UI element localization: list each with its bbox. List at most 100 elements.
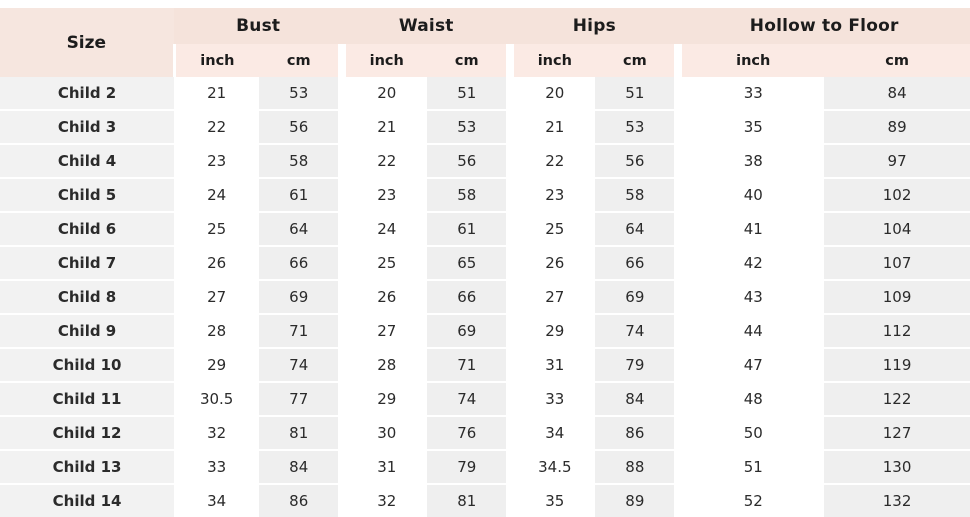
cell-bust-inch: 29 <box>174 348 260 383</box>
cell-waist-inch: 31 <box>338 450 428 485</box>
cell-hollow-cm: 102 <box>824 178 970 213</box>
cell-waist-inch: 24 <box>338 212 428 247</box>
cell-hollow-inch: 35 <box>674 110 825 145</box>
cell-waist-cm: 56 <box>427 144 511 179</box>
unit-header-hollow-cm: cm <box>824 44 970 77</box>
cell-waist-cm: 69 <box>427 314 511 349</box>
cell-hollow-inch: 41 <box>674 212 825 247</box>
cell-hips-inch: 35 <box>506 484 596 517</box>
table-row: Child 14 34 86 32 81 35 89 52 132 <box>0 484 970 517</box>
cell-waist-inch: 20 <box>338 77 428 111</box>
cell-bust-cm: 71 <box>259 314 343 349</box>
cell-bust-inch: 24 <box>174 178 260 213</box>
group-header-row: Size Bust Waist Hips Hollow to Floor <box>0 8 970 77</box>
cell-bust-cm: 53 <box>259 77 343 111</box>
cell-hips-cm: 64 <box>595 212 679 247</box>
table-row: Child 8 27 69 26 66 27 69 43 109 <box>0 280 970 315</box>
table-row: Child 6 25 64 24 61 25 64 41 104 <box>0 212 970 247</box>
cell-waist-cm: 79 <box>427 450 511 485</box>
cell-hollow-cm: 107 <box>824 246 970 281</box>
cell-hollow-cm: 112 <box>824 314 970 349</box>
row-size-label: Child 4 <box>0 144 175 179</box>
cell-waist-cm: 58 <box>427 178 511 213</box>
cell-hips-inch: 33 <box>506 382 596 417</box>
cell-hollow-inch: 33 <box>674 77 825 111</box>
cell-waist-inch: 21 <box>338 110 428 145</box>
table-header: Size Bust Waist Hips Hollow to Floor inc… <box>0 8 970 77</box>
cell-bust-cm: 58 <box>259 144 343 179</box>
table-row: Child 2 21 53 20 51 20 51 33 84 <box>0 77 970 111</box>
column-header-size: Size <box>0 8 175 77</box>
cell-hips-cm: 88 <box>595 450 679 485</box>
column-group-bust: Bust <box>174 8 343 44</box>
cell-waist-cm: 81 <box>427 484 511 517</box>
cell-hips-cm: 56 <box>595 144 679 179</box>
unit-header-hips-inch: inch <box>506 44 596 77</box>
table-row: Child 13 33 84 31 79 34.5 88 51 130 <box>0 450 970 485</box>
cell-waist-cm: 71 <box>427 348 511 383</box>
cell-hips-cm: 69 <box>595 280 679 315</box>
cell-hips-cm: 86 <box>595 416 679 451</box>
cell-hollow-inch: 38 <box>674 144 825 179</box>
cell-hips-inch: 25 <box>506 212 596 247</box>
cell-bust-cm: 81 <box>259 416 343 451</box>
cell-waist-inch: 30 <box>338 416 428 451</box>
cell-hips-cm: 74 <box>595 314 679 349</box>
cell-hollow-inch: 43 <box>674 280 825 315</box>
cell-hollow-cm: 130 <box>824 450 970 485</box>
cell-bust-inch: 21 <box>174 77 260 111</box>
cell-bust-cm: 56 <box>259 110 343 145</box>
cell-hollow-cm: 84 <box>824 77 970 111</box>
cell-hollow-cm: 89 <box>824 110 970 145</box>
cell-hollow-inch: 52 <box>674 484 825 517</box>
cell-hollow-inch: 47 <box>674 348 825 383</box>
unit-header-waist-inch: inch <box>338 44 428 77</box>
cell-bust-inch: 30.5 <box>174 382 260 417</box>
table-row: Child 10 29 74 28 71 31 79 47 119 <box>0 348 970 383</box>
cell-waist-inch: 25 <box>338 246 428 281</box>
cell-waist-cm: 53 <box>427 110 511 145</box>
cell-hips-cm: 51 <box>595 77 679 111</box>
cell-hollow-cm: 97 <box>824 144 970 179</box>
table-row: Child 5 24 61 23 58 23 58 40 102 <box>0 178 970 213</box>
column-group-waist: Waist <box>342 8 511 44</box>
cell-waist-inch: 27 <box>338 314 428 349</box>
cell-hollow-inch: 44 <box>674 314 825 349</box>
unit-header-bust-cm: cm <box>259 44 343 77</box>
cell-hips-inch: 26 <box>506 246 596 281</box>
cell-waist-cm: 65 <box>427 246 511 281</box>
cell-hollow-cm: 122 <box>824 382 970 417</box>
cell-bust-cm: 84 <box>259 450 343 485</box>
cell-hips-cm: 66 <box>595 246 679 281</box>
cell-hollow-cm: 132 <box>824 484 970 517</box>
cell-hips-inch: 22 <box>506 144 596 179</box>
cell-hips-cm: 53 <box>595 110 679 145</box>
column-group-hips: Hips <box>510 8 679 44</box>
cell-waist-cm: 51 <box>427 77 511 111</box>
cell-hips-inch: 23 <box>506 178 596 213</box>
unit-header-hips-cm: cm <box>595 44 679 77</box>
cell-waist-inch: 28 <box>338 348 428 383</box>
cell-hips-cm: 58 <box>595 178 679 213</box>
row-size-label: Child 2 <box>0 77 175 111</box>
cell-waist-cm: 61 <box>427 212 511 247</box>
table-row: Child 4 23 58 22 56 22 56 38 97 <box>0 144 970 179</box>
cell-hollow-inch: 51 <box>674 450 825 485</box>
row-size-label: Child 9 <box>0 314 175 349</box>
cell-hips-inch: 21 <box>506 110 596 145</box>
cell-hollow-cm: 127 <box>824 416 970 451</box>
cell-bust-cm: 61 <box>259 178 343 213</box>
cell-bust-cm: 64 <box>259 212 343 247</box>
cell-hips-inch: 34 <box>506 416 596 451</box>
cell-bust-inch: 26 <box>174 246 260 281</box>
cell-waist-cm: 76 <box>427 416 511 451</box>
cell-hips-cm: 89 <box>595 484 679 517</box>
table-row: Child 3 22 56 21 53 21 53 35 89 <box>0 110 970 145</box>
unit-header-waist-cm: cm <box>427 44 511 77</box>
row-size-label: Child 7 <box>0 246 175 281</box>
cell-hollow-inch: 48 <box>674 382 825 417</box>
cell-waist-cm: 66 <box>427 280 511 315</box>
unit-header-bust-inch: inch <box>172 44 260 77</box>
cell-bust-inch: 27 <box>174 280 260 315</box>
cell-hollow-inch: 40 <box>674 178 825 213</box>
